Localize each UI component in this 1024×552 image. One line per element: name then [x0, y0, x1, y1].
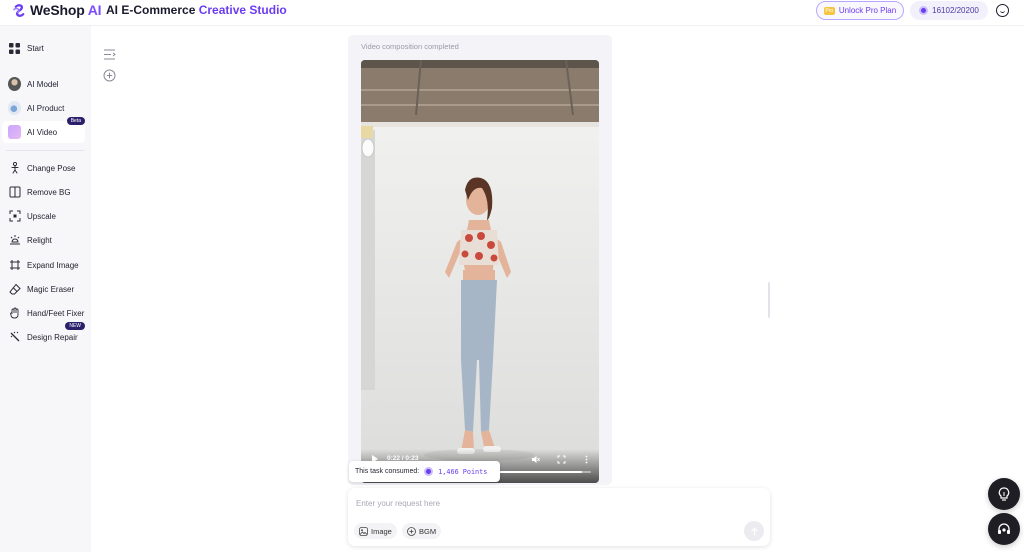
headset-icon [998, 523, 1010, 534]
bgm-chip-label: BGM [419, 526, 437, 536]
sidebar-item-ai-model[interactable]: AI Model [2, 73, 85, 95]
video-player[interactable]: 0:22 / 0:23 [361, 60, 599, 483]
ai-model-avatar-icon [8, 77, 21, 91]
sidebar-item-label: Design Repair [27, 332, 78, 342]
remove-bg-icon [8, 186, 21, 199]
expand-icon [8, 259, 21, 272]
consumed-points: 1,466 Points [438, 467, 488, 476]
add-circle-icon [407, 526, 416, 536]
grid-icon [8, 42, 21, 55]
composition-status: Video composition completed [361, 42, 459, 51]
sidebar-item-hand-feet-fixer[interactable]: Hand/Feet Fixer [2, 302, 85, 324]
pose-icon [8, 162, 21, 175]
ai-product-icon [8, 101, 21, 115]
prompt-input-box: Image BGM [348, 488, 770, 546]
sidebar-item-upscale[interactable]: Upscale [2, 205, 85, 227]
sidebar-item-relight[interactable]: Relight [2, 229, 85, 251]
prompt-input[interactable] [356, 496, 736, 510]
image-chip-label: Image [371, 526, 392, 536]
volume-mute-icon[interactable] [531, 455, 540, 464]
user-avatar-icon[interactable] [996, 4, 1009, 17]
upscale-icon [8, 210, 21, 223]
weshop-logo[interactable]: WeShop AI [12, 2, 102, 18]
sidebar-item-label: AI Model [27, 79, 59, 89]
points-coin-icon [424, 467, 434, 476]
collapse-panel-icon[interactable] [103, 48, 116, 61]
sidebar-item-label: AI Product [27, 103, 65, 113]
sidebar-item-label: Upscale [27, 211, 56, 221]
magic-wand-icon [8, 331, 21, 344]
points-value: 16102/20200 [932, 6, 979, 15]
unlock-pro-label: Unlock Pro Plan [838, 6, 897, 15]
logo-icon [13, 3, 25, 17]
sidebar-divider [6, 150, 84, 151]
sidebar-item-label: Hand/Feet Fixer [27, 308, 85, 318]
pro-badge-icon: Pro [823, 6, 835, 15]
sidebar-item-magic-eraser[interactable]: Magic Eraser [2, 278, 85, 300]
sidebar-item-label: Change Pose [27, 163, 76, 173]
ai-video-icon [8, 125, 21, 139]
sidebar-item-label: AI Video [27, 127, 58, 137]
sidebar-item-expand-image[interactable]: Expand Image [2, 254, 85, 276]
result-canvas: Video composition completed 0:22 / 0:23 [348, 35, 612, 485]
logo-text: WeShop AI [30, 2, 102, 18]
points-balance[interactable]: 16102/20200 [910, 1, 988, 20]
sidebar-item-change-pose[interactable]: Change Pose [2, 157, 85, 179]
lightbulb-icon [998, 487, 1010, 501]
sidebar-item-label: Magic Eraser [27, 284, 75, 294]
sidebar-item-design-repair[interactable]: Design Repair NEW [2, 322, 85, 348]
beta-badge: Beta [66, 117, 85, 125]
video-frame-image [361, 60, 599, 483]
page-title: AI E-Commerce Creative Studio [106, 3, 287, 17]
image-icon [359, 526, 368, 536]
sidebar-item-label: Remove BG [27, 187, 71, 197]
tips-button[interactable] [988, 478, 1020, 510]
eraser-icon [8, 283, 21, 296]
scrollbar-thumb[interactable] [768, 282, 770, 318]
arrow-up-icon [750, 526, 758, 536]
send-button[interactable] [744, 521, 764, 541]
points-consumed-tooltip: This task consumed: 1,466 Points [349, 461, 500, 482]
fullscreen-icon[interactable] [557, 455, 566, 464]
unlock-pro-button[interactable]: Pro Unlock Pro Plan [816, 1, 904, 20]
top-header: WeShop AI AI E-Commerce Creative Studio … [0, 0, 1024, 26]
sidebar-item-label: Expand Image [27, 260, 79, 270]
new-task-icon[interactable] [103, 69, 116, 82]
hand-icon [8, 307, 21, 320]
more-options-icon[interactable] [582, 455, 591, 464]
consumed-label: This task consumed: [355, 468, 420, 475]
image-chip[interactable]: Image [354, 523, 397, 539]
sidebar-item-start[interactable]: Start [2, 37, 85, 59]
sidebar-item-label: Relight [27, 235, 52, 245]
sidebar-item-remove-bg[interactable]: Remove BG [2, 181, 85, 203]
sidebar-item-ai-video[interactable]: AI Video Beta [2, 117, 85, 143]
new-badge: NEW [65, 322, 85, 330]
support-button[interactable] [988, 513, 1020, 545]
relight-icon [8, 234, 21, 247]
sidebar-item-ai-product[interactable]: AI Product [2, 97, 85, 119]
sidebar-item-label: Start [27, 43, 44, 53]
bgm-chip[interactable]: BGM [402, 523, 442, 539]
points-coin-icon [919, 6, 929, 15]
sidebar: Start AI Model AI Product AI Video Beta … [0, 26, 91, 552]
